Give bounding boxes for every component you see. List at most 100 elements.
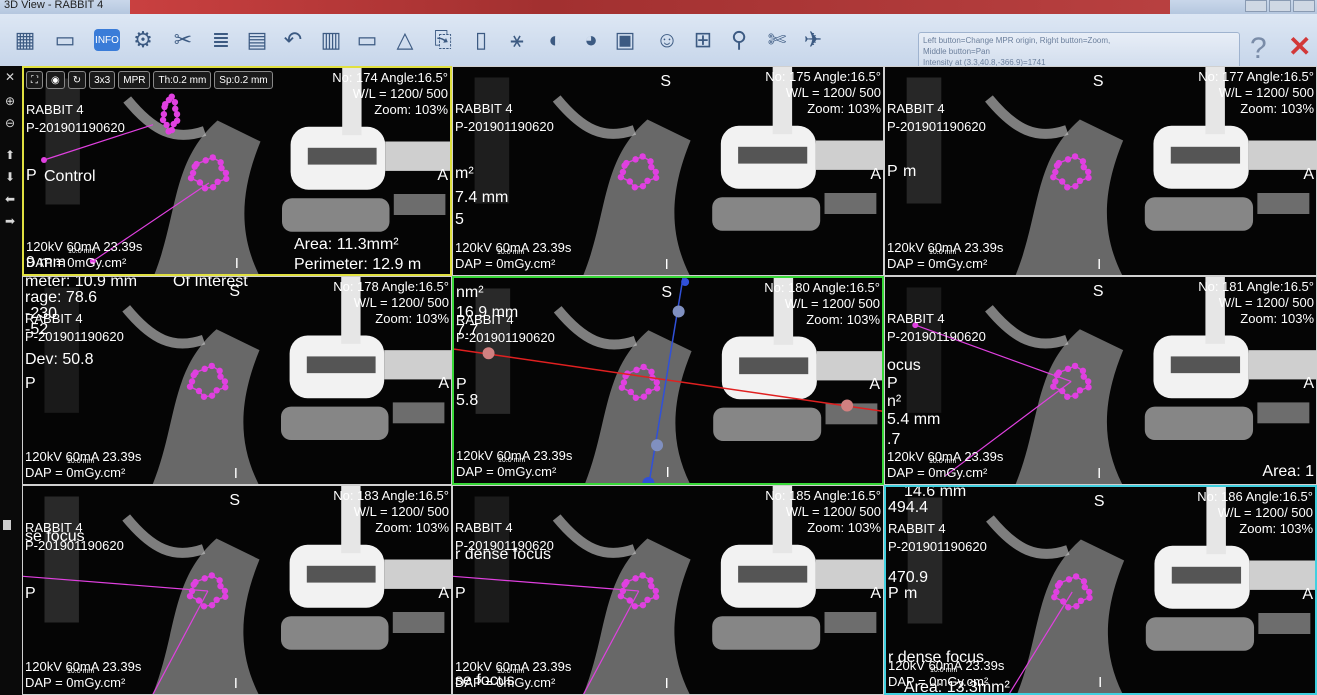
- fullscreen-icon[interactable]: ⛶: [26, 71, 43, 89]
- orientation-right: A: [1303, 165, 1314, 183]
- axis-icon[interactable]: ⚹: [502, 25, 532, 55]
- mpr-pane-6[interactable]: No: 181 Angle:16.5° W/L = 1200/ 500 Zoom: …: [884, 276, 1317, 485]
- slice-number-angle: No: 178 Angle:16.5°: [333, 279, 449, 294]
- measurement-fragment: 5.8: [456, 392, 479, 409]
- close-button[interactable]: ✕: [1288, 30, 1311, 63]
- scale-bar-label: 10.0 mm: [68, 248, 96, 255]
- save-icon[interactable]: ▭: [50, 25, 80, 55]
- zoom-out-icon[interactable]: ⊖: [3, 116, 17, 130]
- roi-label: Of Interest: [173, 276, 248, 290]
- hint-line-2: Middle button=Pan: [923, 47, 990, 56]
- mpr-pane-2[interactable]: No: 175 Angle:16.5° W/L = 1200/ 500 Zoom: …: [452, 66, 884, 276]
- window-level: W/L = 1200/ 500: [352, 86, 448, 101]
- mpr-pane-7[interactable]: No: 183 Angle:16.5° W/L = 1200/ 500 Zoom: …: [22, 485, 452, 695]
- camera-icon[interactable]: ◉: [46, 71, 65, 89]
- orientation-bottom: I: [233, 465, 238, 482]
- mpr-pane-9[interactable]: No: 186 Angle:16.5° W/L = 1200/ 500 Zoom: …: [884, 485, 1317, 695]
- arrow-left-icon[interactable]: ⬅: [3, 192, 17, 206]
- triangle-measure-icon[interactable]: △: [390, 25, 420, 55]
- arrow-right-icon[interactable]: ➡: [3, 214, 17, 228]
- roi-label: se focus: [455, 672, 515, 689]
- document-icon[interactable]: ▤: [242, 25, 272, 55]
- cut-icon[interactable]: ✄: [762, 25, 792, 55]
- patient-id: P-201901190620: [26, 120, 125, 135]
- minimize-button[interactable]: [1245, 0, 1267, 12]
- slice-number-angle: No: 175 Angle:16.5°: [765, 69, 881, 84]
- layout-icon[interactable]: ▦: [10, 25, 40, 55]
- spacing-button[interactable]: Sp:0.2 mm: [214, 71, 273, 89]
- orientation-left: P: [888, 585, 899, 602]
- orientation-right: A: [870, 165, 881, 183]
- mpr-pane-1[interactable]: No: 174 Angle:16.5° W/L = 1200/ 500 Zoom: …: [22, 66, 452, 276]
- orientation-bottom: I: [1097, 256, 1102, 273]
- slider-handle[interactable]: [3, 520, 11, 530]
- zoom-in-icon[interactable]: ⊕: [3, 94, 17, 108]
- arrow-down-icon[interactable]: ⬇: [3, 170, 17, 184]
- orientation-left: P: [455, 584, 466, 602]
- maximize-button[interactable]: [1269, 0, 1291, 12]
- window-close-button[interactable]: [1293, 0, 1315, 12]
- mpr-pane-8[interactable]: No: 185 Angle:16.5° W/L = 1200/ 500 Zoom: …: [452, 485, 884, 695]
- roi-perimeter: meter: 10.9 mm: [25, 276, 138, 290]
- roi-label: r dense focus: [455, 546, 552, 563]
- titlebar-highlight: [130, 0, 1170, 14]
- orientation-right: A: [1302, 585, 1313, 603]
- measurement-fragment: nm²: [456, 284, 484, 301]
- mpr-pane-3[interactable]: No: 177 Angle:16.5° W/L = 1200/ 500 Zoom: …: [884, 66, 1317, 276]
- scale-bar-label: 10.0 mm: [929, 458, 957, 465]
- main-toolbar: ▦ ▭ INFO ⚙ ✂ ≣ ▤ ↶ ▥ ▭ △ ⎘ ▯ ⚹ ◐ ◕ ▣ ☺ ⊞…: [0, 14, 1317, 78]
- thickness-button[interactable]: Th:0.2 mm: [153, 71, 212, 89]
- orientation-left: P: [25, 584, 36, 602]
- undo-icon[interactable]: ↶: [278, 25, 308, 55]
- measurement-fragment: m²: [455, 165, 474, 182]
- scale-bar-label: 10.0 mm: [497, 249, 525, 256]
- slice-number-angle: No: 174 Angle:16.5°: [332, 70, 448, 85]
- scale-bar-label: 10.0 mm: [929, 249, 957, 256]
- roi-area: Area: 11.3mm²: [294, 236, 399, 253]
- airplane-icon[interactable]: ✈: [798, 25, 828, 55]
- reset-icon[interactable]: ↻: [67, 71, 87, 89]
- mpr-button[interactable]: MPR: [118, 71, 151, 89]
- zoom-level: Zoom: 103%: [1240, 101, 1314, 116]
- window-level: W/L = 1200/ 500: [785, 504, 881, 519]
- tools-icon[interactable]: ✂: [168, 25, 198, 55]
- slice-number-angle: No: 177 Angle:16.5°: [1198, 69, 1314, 84]
- export-icon[interactable]: ⎘: [428, 25, 458, 55]
- orientation-right: A: [1303, 375, 1314, 393]
- contrast-icon[interactable]: ◐: [540, 25, 570, 55]
- window-level: W/L = 1200/ 500: [353, 295, 449, 310]
- 3d-render-icon[interactable]: ◕: [576, 25, 606, 55]
- orientation-right: A: [870, 584, 881, 602]
- patient-id: P-201901190620: [455, 119, 554, 134]
- measurement-fragment: m: [903, 163, 917, 180]
- roi-max: -230: [25, 305, 58, 322]
- orientation-left: P: [26, 166, 37, 184]
- layout-button[interactable]: 3x3: [89, 71, 116, 89]
- patient-id: P-201901190620: [887, 119, 986, 134]
- spine-icon[interactable]: ≣: [206, 25, 236, 55]
- zoom-user-icon[interactable]: ⚲: [724, 25, 754, 55]
- crosshair-icon[interactable]: ✕: [3, 70, 17, 84]
- roi-label: se focus: [25, 528, 85, 545]
- help-button[interactable]: ?: [1250, 32, 1267, 66]
- trash-icon[interactable]: ▯: [466, 25, 496, 55]
- grid-plane-icon[interactable]: ⊞: [688, 25, 718, 55]
- orientation-bottom: I: [665, 464, 670, 481]
- measurement-fragment: 5: [455, 211, 464, 228]
- roi-area: Area: 1: [1262, 463, 1314, 480]
- mpr-pane-4[interactable]: No: 178 Angle:16.5° W/L = 1200/ 500 Zoom: …: [22, 276, 452, 485]
- orientation-bottom: I: [664, 256, 669, 273]
- viewer-toolbar: ⛶ ◉ ↻ 3x3 MPR Th:0.2 mm Sp:0.2 mm: [24, 68, 273, 92]
- monitor-icon[interactable]: ▭: [352, 25, 382, 55]
- scale-bar-label: 10.0 mm: [67, 458, 95, 465]
- roi-average: rage: 78.6: [25, 289, 98, 306]
- film-icon[interactable]: ▥: [316, 25, 346, 55]
- mpr-pane-5[interactable]: No: 180 Angle:16.5° W/L = 1200/ 500 Zoom: …: [452, 276, 884, 485]
- zoom-level: Zoom: 103%: [807, 520, 881, 535]
- image-gallery-icon[interactable]: ▣: [610, 25, 640, 55]
- orientation-left: P: [25, 375, 36, 393]
- arrow-up-icon[interactable]: ⬆: [3, 148, 17, 162]
- user-settings-icon[interactable]: ☺: [652, 25, 682, 55]
- info-icon[interactable]: INFO: [94, 29, 120, 51]
- settings-gear-icon[interactable]: ⚙: [128, 25, 158, 55]
